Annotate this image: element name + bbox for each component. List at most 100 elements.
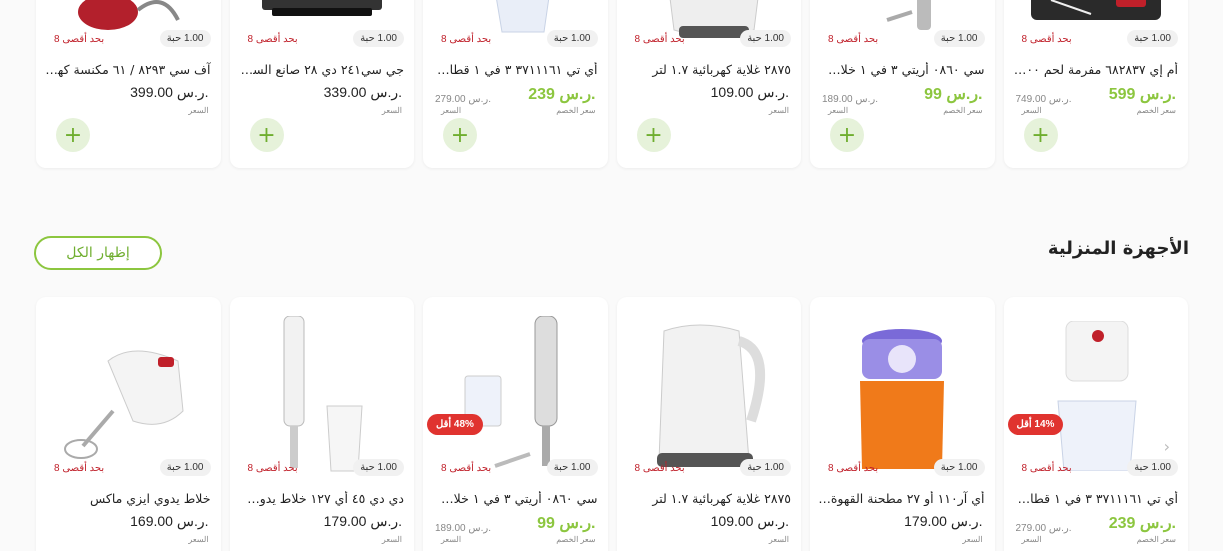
product-card[interactable]: › 1.00 حبة بحد أقصى 8 أم إي ٦٨٢٨٣٧ مفرمة… [1003,0,1188,168]
add-to-cart-button[interactable]: + [830,118,864,152]
price-label: السعر [381,535,402,544]
product-row-top: › 1.00 حبة بحد أقصى 8 أم إي ٦٨٢٨٣٧ مفرمة… [36,0,1188,168]
product-name[interactable]: جي سي٢٤١ دي ٢٨ صانع السندوتشات [238,62,405,77]
product-name[interactable]: دي دي ٤٥ أي ١٢٧ خلاط يدوي إيزي [238,491,405,506]
max-limit-label: بحد أقصى 8 [247,34,298,45]
old-price: 189.00 ر.س. [435,523,491,534]
price-label: السعر [768,106,789,115]
product-card[interactable]: 48% أقل 1.00 حبة بحد أقصى 8 سي ٠٨٦٠ أريت… [423,297,608,551]
add-to-cart-button[interactable]: + [636,118,671,152]
sale-price-label: سعر الخصم [943,106,983,115]
max-limit-label: بحد أقصى 8 [441,34,492,45]
product-name[interactable]: أي تي ٣٧١١١٦١ ٣ في ١ قطاعة ملتي [1012,491,1179,506]
product-card[interactable]: 1.00 حبة بحد أقصى 8 أي آر١١٠ أو ٢٧ مطحنة… [810,297,995,551]
old-price-label: السعر [1021,535,1042,544]
product-name[interactable]: أي تي ٣٧١١١٦١ ٣ في ١ قطاعة ملتي [431,62,598,77]
hand-blender-icon [423,311,608,481]
chevron-right-icon[interactable]: › [1164,437,1170,456]
quantity-pill[interactable]: 1.00 حبة [546,30,598,47]
product-name[interactable]: ٢٨٧٥ غلاية كهربائية ١.٧ لتر [625,491,791,506]
price: 109.00 ر.س. [710,84,789,100]
sale-price: 239 ر.س. [528,86,596,103]
section-title: الأجهزة المنزلية [1047,238,1189,259]
old-price-label: السعر [441,535,462,544]
product-name[interactable]: أي آر١١٠ أو ٢٧ مطحنة القهوة الأصلية [818,491,985,506]
max-limit-label: بحد أقصى 8 [634,463,685,474]
price-label: السعر [381,106,402,115]
view-all-button[interactable]: إظهار الكل [34,236,162,270]
old-price: 279.00 ر.س. [435,94,491,105]
product-name[interactable]: سي ٠٨٦٠ أريتي ٣ في ١ خلاط يدوي [431,491,598,506]
sale-price: 599 ر.س. [1108,86,1176,103]
quantity-pill[interactable]: 1.00 حبة [546,459,598,476]
discount-badge: 14% أقل [1007,414,1064,435]
price: 169.00 ر.س. [130,513,209,529]
product-card[interactable]: 1.00 حبة بحد أقصى 8 ٢٨٧٥ غلاية كهربائية … [616,297,802,551]
quantity-pill[interactable]: 1.00 حبة [353,30,404,47]
coffee-grinder-icon [810,311,995,481]
old-price: 189.00 ر.س. [822,94,878,105]
product-card[interactable]: › 14% أقل 1.00 حبة بحد أقصى 8 أي تي ٣٧١١… [1003,297,1189,551]
product-card[interactable]: 1.00 حبة بحد أقصى 8 جي سي٢٤١ دي ٢٨ صانع … [229,0,414,168]
max-limit-label: بحد أقصى 8 [247,463,298,474]
stick-blender-icon [230,311,415,481]
quantity-pill[interactable]: 1.00 حبة [1127,30,1178,47]
old-price-label: السعر [441,106,462,115]
max-limit-label: بحد أقصى 8 [54,463,105,474]
product-name[interactable]: أم إي ٦٨٢٨٣٧ مفرمة لحم ٢٠٠٠ واط [1012,62,1179,77]
price: 109.00 ر.س. [710,513,789,529]
add-to-cart-button[interactable]: + [56,118,90,152]
old-price: 279.00 ر.س. [1015,523,1072,534]
quantity-pill[interactable]: 1.00 حبة [933,30,985,47]
price-label: السعر [188,106,209,115]
sale-price-label: سعر الخصم [556,106,596,115]
price-label: السعر [188,535,209,544]
sale-price: 99 ر.س. [537,515,596,532]
price-label: السعر [768,535,789,544]
sale-price: 99 ر.س. [924,86,983,103]
max-limit-label: بحد أقصى 8 [828,34,879,45]
product-card[interactable]: ‹ 1.00 حبة بحد أقصى 8 آف سي ٨٢٩٣ / ٦١ مك… [36,0,221,168]
quantity-pill[interactable]: 1.00 حبة [159,30,211,47]
product-card[interactable]: 1.00 حبة بحد أقصى 8 أي تي ٣٧١١١٦١ ٣ في ١… [423,0,608,168]
price: 339.00 ر.س. [323,84,402,100]
add-to-cart-button[interactable]: + [249,118,284,152]
product-card[interactable]: 1.00 حبة بحد أقصى 8 دي دي ٤٥ أي ١٢٧ خلاط… [229,297,415,551]
quantity-pill[interactable]: 1.00 حبة [1127,459,1178,476]
quantity-pill[interactable]: 1.00 حبة [740,459,791,476]
product-name[interactable]: آف سي ٨٢٩٣ / ٦١ مكنسة كهربائية [44,62,211,77]
product-card[interactable]: 1.00 حبة بحد أقصى 8 سي ٠٨٦٠ أريتي ٣ في ١… [810,0,995,168]
discount-badge: 48% أقل [427,414,483,435]
max-limit-label: بحد أقصى 8 [828,463,879,474]
product-name[interactable]: خلاط يدوي ايزي ماكس [44,491,211,506]
sale-price: 239 ر.س. [1108,515,1176,532]
price-label: السعر [962,535,983,544]
max-limit-label: بحد أقصى 8 [1021,34,1072,45]
sale-price-label: سعر الخصم [1136,535,1176,544]
add-to-cart-button[interactable]: + [1023,118,1058,152]
max-limit-label: بحد أقصى 8 [1021,463,1072,474]
quantity-pill[interactable]: 1.00 حبة [933,459,985,476]
kettle-icon [617,311,802,481]
product-name[interactable]: ٢٨٧٥ غلاية كهربائية ١.٧ لتر [625,62,791,77]
old-price: 749.00 ر.س. [1015,94,1072,105]
product-card[interactable]: 1.00 حبة بحد أقصى 8 خلاط يدوي ايزي ماكس … [36,297,221,551]
quantity-pill[interactable]: 1.00 حبة [740,30,791,47]
chevron-right-icon[interactable]: › [1174,0,1180,14]
price: 179.00 ر.س. [323,513,402,529]
chevron-left-icon[interactable]: ‹ [44,0,50,14]
max-limit-label: بحد أقصى 8 [634,34,685,45]
price: 399.00 ر.س. [130,84,209,100]
sale-price-label: سعر الخصم [556,535,596,544]
max-limit-label: بحد أقصى 8 [54,34,105,45]
price: 179.00 ر.س. [904,513,983,529]
chopper-icon [1004,311,1189,481]
quantity-pill[interactable]: 1.00 حبة [159,459,211,476]
product-row-home-appliances: › 14% أقل 1.00 حبة بحد أقصى 8 أي تي ٣٧١١… [36,297,1188,551]
product-card[interactable]: 1.00 حبة بحد أقصى 8 ٢٨٧٥ غلاية كهربائية … [616,0,801,168]
add-to-cart-button[interactable]: + [443,118,477,152]
quantity-pill[interactable]: 1.00 حبة [353,459,404,476]
hand-mixer-icon [36,311,221,481]
max-limit-label: بحد أقصى 8 [441,463,492,474]
product-name[interactable]: سي ٠٨٦٠ أريتي ٣ في ١ خلاط يدوي [818,62,985,77]
